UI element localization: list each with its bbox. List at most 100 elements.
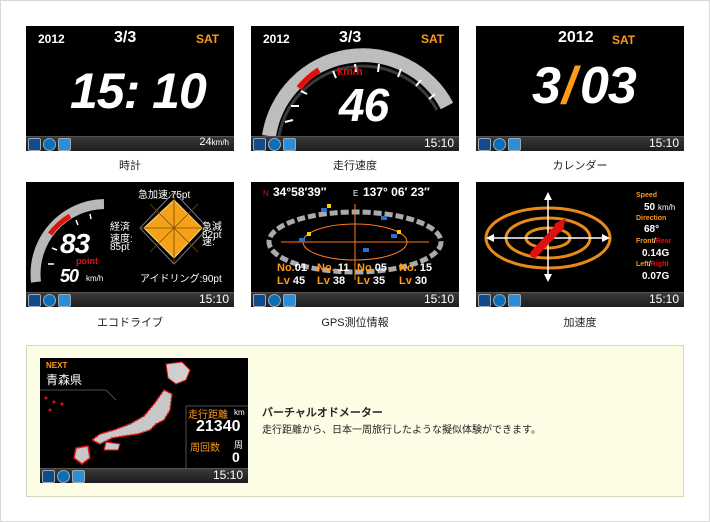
status-bar: 15:10 [476, 292, 684, 307]
status-bar: 15:10 [251, 136, 459, 151]
sat-no-label: No. [317, 262, 335, 274]
radar-icon [57, 470, 70, 483]
accel-direction-value: 68° [644, 224, 660, 235]
speed-date: 3/3 [339, 29, 362, 46]
gps-caption: GPS測位情報 [321, 317, 389, 329]
sat-no-label: No. [277, 262, 295, 274]
accel-speed-label: Speed [636, 192, 658, 199]
speed-caption: 走行速度 [333, 160, 377, 172]
calendar-month: 3 [532, 57, 561, 115]
accel-rear-label: Rear [655, 238, 672, 245]
gps-icon [478, 294, 491, 307]
odo-prefecture: 青森県 [46, 373, 83, 387]
accel-front-label: Front [636, 238, 654, 245]
radar-icon [43, 294, 56, 307]
odometer-title: バーチャルオドメーター [262, 407, 383, 419]
sat-lv-label: Lv [399, 275, 412, 287]
sat-lv: 35 [372, 275, 386, 287]
speed-unit: km/h [337, 66, 363, 78]
satellite-sky-plot [266, 204, 444, 280]
accel-front-rear-label: Front/Rear [636, 238, 671, 245]
mode-icon [58, 294, 71, 307]
accel-caption: 加速度 [563, 317, 597, 329]
status-time: 15:10 [423, 292, 454, 306]
gps-icon [253, 138, 266, 151]
sat-no: 01 [294, 262, 307, 274]
sat-lv-label: Lv [317, 275, 330, 287]
sat-no: 05 [374, 262, 387, 274]
eco-idle: アイドリング:90pt [140, 274, 222, 285]
radar-icon [493, 138, 506, 151]
accel-left-right-label: Left/Right [636, 261, 669, 268]
clock-caption: 時計 [119, 160, 141, 172]
mode-icon [508, 138, 521, 151]
clock-day: SAT [196, 32, 220, 46]
sat-lv-label: Lv [357, 275, 370, 287]
accel-screen[interactable]: Speed 50 km/h Direction 68° Front/Rear 0… [476, 182, 684, 307]
gps-sat-1: No.01 Lv 45 [277, 262, 307, 288]
status-time: 15:10 [423, 136, 454, 150]
sat-no: 11 [337, 262, 350, 274]
sat-no-label: No. [399, 262, 417, 274]
accel-speed-unit: km/h [658, 203, 676, 212]
odometer-description: 走行距離から、日本一周旅行したような擬似体験ができます。 [262, 425, 541, 436]
odo-distance-value: 21340 [196, 418, 241, 435]
eco-accel: 急加速:75pt [138, 190, 191, 201]
status-bar: 24km/h [26, 136, 234, 151]
eco-screen[interactable]: 急加速:75pt 経済 速度: 85pt 急減速: 82pt アイドリング:90… [26, 182, 234, 307]
gps-sat-2: No. 11 Lv 38 [317, 262, 349, 288]
eco-score-unit: point [76, 256, 98, 266]
accel-lr-value: 0.07G [642, 271, 670, 282]
status-bar: 15:10 [40, 468, 248, 483]
mode-icon [508, 294, 521, 307]
accel-left-label: Left [636, 261, 649, 268]
eco-caption: エコドライブ [97, 317, 163, 329]
eco-econ-value: 85pt [110, 242, 130, 253]
calendar-year: 2012 [558, 29, 594, 46]
calendar-slash: / [562, 57, 576, 115]
calendar-caption: カレンダー [552, 160, 608, 172]
eco-speed-unit: km/h [86, 274, 104, 283]
odo-next-label: NEXT [46, 361, 68, 370]
status-time: 15:10 [198, 292, 229, 306]
calendar-screen[interactable]: 2012 SAT 3 / 03 15:10 [476, 26, 684, 151]
speed-screen[interactable]: 2012 3/3 SAT km/h 46 15:10 [251, 26, 459, 151]
odo-laps-label: 周回数 [190, 443, 220, 454]
gps-icon [28, 294, 41, 307]
gps-n-coord: 34°58′39″ [273, 185, 327, 199]
gps-icon [478, 138, 491, 151]
radar-icon [43, 138, 56, 151]
sat-lv: 45 [292, 275, 306, 287]
clock-speed-unit: km/h [211, 138, 229, 147]
sat-lv: 38 [332, 275, 346, 287]
gps-icon [28, 138, 41, 151]
gps-sat-3: No.05 Lv 35 [357, 262, 387, 288]
clock-speed: 24 [199, 136, 212, 148]
status-time: 15:10 [648, 136, 679, 150]
eco-decel-value: 82pt [202, 230, 222, 241]
radar-icon [493, 294, 506, 307]
radar-icon [268, 138, 281, 151]
odometer-screen[interactable]: NEXT 青森県 走行距離 km 21340 周回数 周 0 15:10 [40, 358, 248, 483]
mode-icon [58, 138, 71, 151]
status-bar: 15:10 [251, 292, 459, 307]
sat-no: 15 [419, 262, 433, 274]
mode-icon [283, 138, 296, 151]
clock-date: 3/3 [114, 29, 137, 46]
gps-sat-4: No. 15 Lv 30 [399, 262, 432, 288]
clock-screen[interactable]: 2012 3/3 SAT 15: 10 24km/h [26, 26, 234, 151]
status-time: 15:10 [212, 468, 243, 482]
gps-n-label: N [263, 189, 269, 198]
calendar-day: SAT [612, 33, 636, 47]
eco-speed: 50 [60, 266, 79, 286]
speed-value: 46 [339, 79, 389, 131]
gps-e-label: E [353, 189, 359, 198]
accel-speed-value: 50 [644, 202, 656, 213]
gps-e-coord: 137° 06′ 23″ [363, 185, 430, 199]
mode-icon [283, 294, 296, 307]
clock-time: 15: 10 [70, 63, 207, 119]
sat-no-label: No. [357, 262, 375, 274]
accel-front-value: 0.14G [642, 248, 670, 259]
odo-distance-unit: km [234, 408, 245, 417]
gps-screen[interactable]: N 34°58′39″ E 137° 06′ 23″ No.01 Lv 45 N… [251, 182, 459, 307]
